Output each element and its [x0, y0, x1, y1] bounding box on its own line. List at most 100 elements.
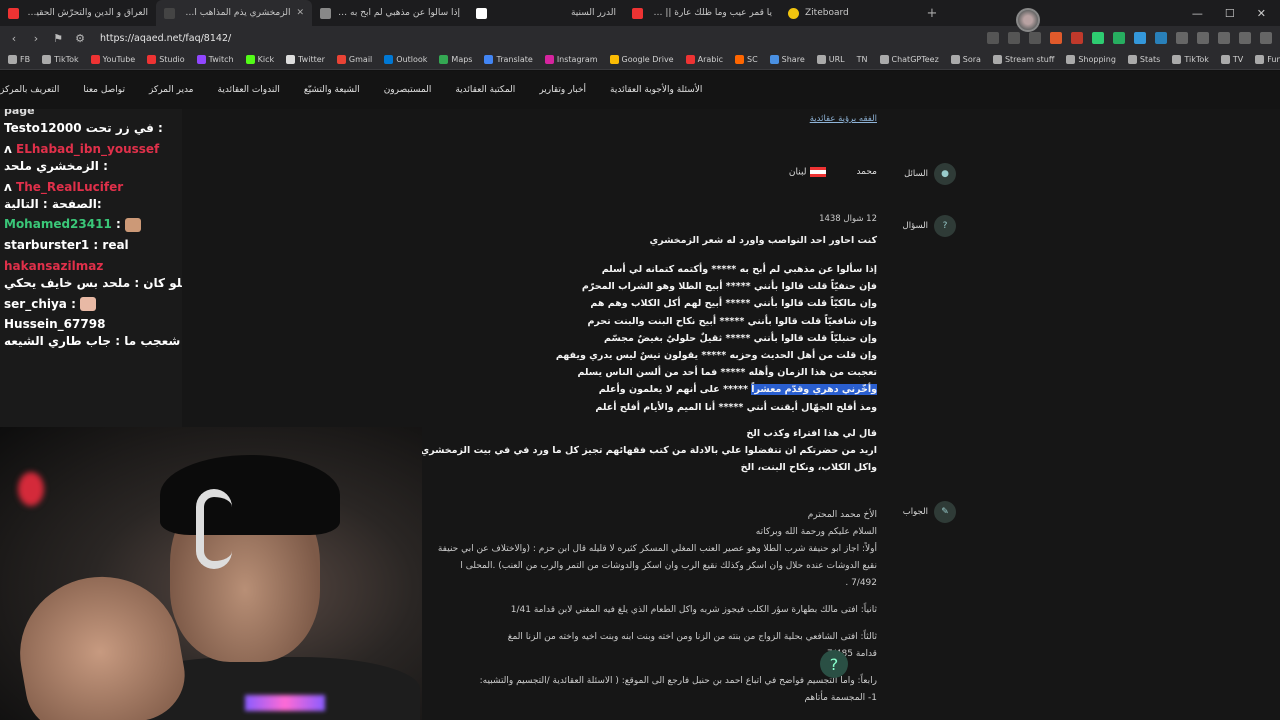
- close-window-icon[interactable]: ✕: [1257, 7, 1266, 20]
- site-nav: الأسئلة والأجوبة العقائدية أخبار وتقارير…: [0, 71, 1280, 109]
- bookmark-item[interactable]: Share: [769, 55, 805, 64]
- nav-item-about[interactable]: التعريف بالمركز: [0, 85, 59, 95]
- bookmark-item[interactable]: Twitter: [286, 55, 325, 64]
- bookmark-item[interactable]: Kick: [245, 55, 274, 64]
- nav-item-seminars[interactable]: الندوات العقائدية: [218, 85, 280, 95]
- back-icon[interactable]: ‹: [8, 32, 20, 45]
- emote-icon: [125, 217, 141, 232]
- bookmark-item[interactable]: TN: [857, 55, 868, 64]
- twitch-icon: [196, 55, 206, 64]
- extensions-icon[interactable]: [1176, 32, 1188, 44]
- chat-cutoff-text: page: [4, 109, 35, 117]
- bookmark-item[interactable]: Fun: [1255, 55, 1280, 64]
- rewards-icon[interactable]: [1071, 32, 1083, 44]
- browser-tab-active[interactable]: الزمخشري يذم المذاهب الاربعة ✕: [156, 0, 312, 26]
- sidebar-icon[interactable]: [1197, 32, 1209, 44]
- minimize-icon[interactable]: —: [1192, 7, 1203, 20]
- user-icon: ●: [934, 163, 956, 185]
- bookmark-item[interactable]: Shopping: [1066, 55, 1116, 64]
- close-tab-icon[interactable]: ✕: [296, 8, 304, 18]
- question-text: اريد من حضرتكم ان تتفضلوا علي بالادلة من…: [376, 445, 877, 456]
- bookmark-item[interactable]: FB: [8, 55, 30, 64]
- browser-tab[interactable]: يا قمر عيب وما ظلك عارة || شفت الغزا: [624, 0, 780, 26]
- browser-tab[interactable]: Ziteboard: [780, 0, 920, 26]
- doc-icon: [476, 7, 487, 19]
- nav-item-faq[interactable]: الأسئلة والأجوبة العقائدية: [610, 85, 702, 95]
- browser-tab[interactable]: إذا سألوا عن مذهبي لم أبح به - الزمخشري: [312, 0, 468, 26]
- new-tab-button[interactable]: +: [920, 6, 944, 21]
- menu-icon[interactable]: [1260, 32, 1272, 44]
- question-tail: قال لي هذا افتراء وكذب الخ اريد من حضرتك…: [376, 425, 877, 476]
- nav-item-converts[interactable]: المستبصرون: [384, 85, 432, 95]
- bookmark-item[interactable]: Maps: [439, 55, 472, 64]
- extensions-area: [987, 32, 1272, 44]
- bookmark-item[interactable]: ChatGPTeez: [879, 55, 939, 64]
- bookmark-item[interactable]: Sora: [950, 55, 981, 64]
- nav-item-shia[interactable]: الشيعة والتشيّع: [304, 85, 360, 95]
- question-icon: ?: [934, 215, 956, 237]
- folder-icon: [1127, 55, 1137, 64]
- poem-line-selected: وأخّرني دهري وقدّم معشراً ***** على أنهم…: [556, 381, 877, 398]
- bookmark-item[interactable]: Instagram: [544, 55, 598, 64]
- bookmark-item[interactable]: Translate: [484, 55, 533, 64]
- share-icon: [769, 55, 779, 64]
- maximize-icon[interactable]: ☐: [1225, 7, 1235, 20]
- bookmark-icon[interactable]: ⚑: [52, 32, 64, 45]
- browser-tab[interactable]: العراق و الدين والتحرّش الحقيقة الكاملة: [0, 0, 156, 26]
- extension-icon[interactable]: [1092, 32, 1104, 44]
- bookmark-item[interactable]: TV: [1220, 55, 1243, 64]
- chat-message: starburster1 : real: [4, 238, 129, 253]
- bookmark-item[interactable]: Gmail: [336, 55, 372, 64]
- studio-icon: [147, 55, 157, 64]
- asker-info: محمد لبنان: [789, 167, 877, 178]
- breadcrumb[interactable]: الفقه برؤية عقائدية: [810, 114, 877, 124]
- bookmark-item[interactable]: Outlook: [384, 55, 427, 64]
- nav-item-news[interactable]: أخبار وتقارير: [539, 85, 586, 95]
- drive-icon: [609, 55, 619, 64]
- browser-tab-bar: العراق و الدين والتحرّش الحقيقة الكاملة …: [0, 0, 1280, 26]
- bookmark-item[interactable]: TikTok: [42, 55, 79, 64]
- wallet-icon[interactable]: [1239, 32, 1251, 44]
- bookmark-item[interactable]: URL: [816, 55, 845, 64]
- extension-icon[interactable]: [1113, 32, 1125, 44]
- webcam-hand: [8, 564, 192, 720]
- brave-shield-icon[interactable]: [1050, 32, 1062, 44]
- site-settings-icon[interactable]: ⚙: [74, 32, 86, 45]
- bookmark-item[interactable]: TikTok: [1172, 55, 1209, 64]
- poem-line: وإن مالكيّاً قلت قالوا بأنني ***** أبيح …: [590, 298, 877, 310]
- emote-icon: [80, 297, 97, 312]
- browser-tab[interactable]: الدرر السنية: [468, 0, 624, 26]
- bookmark-item[interactable]: YouTube: [90, 55, 135, 64]
- sora-icon: [950, 55, 960, 64]
- bookmark-item[interactable]: Google Drive: [609, 55, 674, 64]
- bookmarks-bar: FB TikTok YouTube Studio Twitch Kick Twi…: [0, 50, 1280, 70]
- tab-title: الدرر السنية: [570, 8, 616, 18]
- answer-line: نقيع الدوشات عنده حلال وان اسكر وكذلك نق…: [460, 561, 877, 571]
- page-body: الفقه برؤية عقائدية ● السائل محمد لبنان …: [0, 109, 1280, 720]
- share-icon[interactable]: [1029, 32, 1041, 44]
- question-label: السؤال: [902, 221, 928, 231]
- url-field[interactable]: https://aqaed.net/faq/8142/: [100, 33, 231, 44]
- bookmark-item[interactable]: Studio: [147, 55, 185, 64]
- extension-icon[interactable]: [1134, 32, 1146, 44]
- vpn-icon[interactable]: [1218, 32, 1230, 44]
- nav-item-director[interactable]: مدير المركز: [149, 85, 194, 95]
- translate-icon[interactable]: [987, 32, 999, 44]
- nav-item-contact[interactable]: تواصل معنا: [83, 85, 125, 95]
- ziteboard-icon: [788, 7, 799, 19]
- bookmark-item[interactable]: Stats: [1127, 55, 1160, 64]
- bookmark-item[interactable]: SC: [734, 55, 758, 64]
- help-button[interactable]: ?: [820, 650, 848, 678]
- folder-icon: [1066, 55, 1076, 64]
- reader-icon[interactable]: [1008, 32, 1020, 44]
- nav-item-library[interactable]: المكتبة العقائدية: [455, 85, 515, 95]
- forward-icon[interactable]: ›: [30, 32, 42, 45]
- bookmark-item[interactable]: Arabic: [685, 55, 723, 64]
- extension-icon[interactable]: [1155, 32, 1167, 44]
- bookmark-item[interactable]: Stream stuff: [992, 55, 1054, 64]
- bookmark-item[interactable]: Twitch: [196, 55, 234, 64]
- window-controls: — ☐ ✕: [1192, 7, 1280, 20]
- site-logo[interactable]: [1016, 8, 1040, 32]
- headphones: [196, 489, 232, 569]
- question-intro: كنت احاور احد النواصب واورد له شعر الزمخ…: [649, 235, 878, 246]
